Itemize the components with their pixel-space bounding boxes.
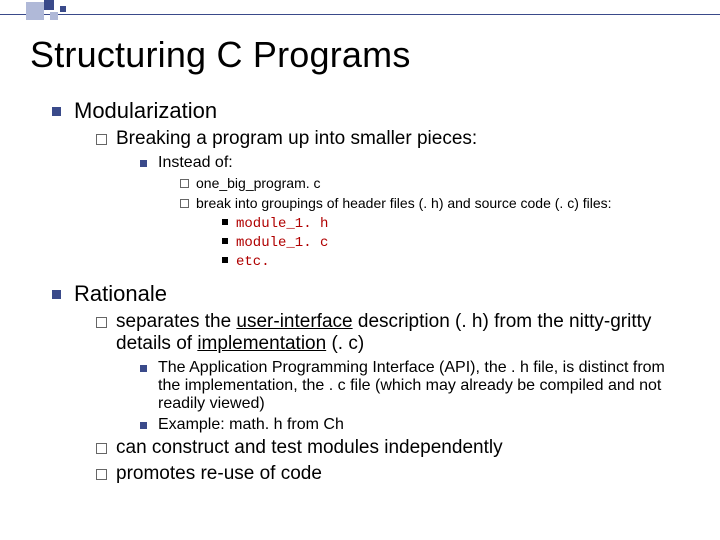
slide-decoration (0, 0, 720, 28)
break-into-groupings: break into groupings of header files (. … (180, 195, 690, 213)
file-module-c: module_1. c (222, 233, 690, 251)
modularization-sub: Breaking a program up into smaller piece… (96, 128, 690, 150)
rationale-construct: can construct and test modules independe… (96, 437, 690, 459)
instead-of: Instead of: (140, 154, 690, 172)
rationale-reuse: promotes re-use of code (96, 463, 690, 485)
file-etc: etc. (222, 252, 690, 270)
rationale-separates: separates the user-interface description… (96, 311, 690, 355)
rationale-api: The Application Programming Interface (A… (140, 359, 680, 413)
one-big-program: one_big_program. c (180, 175, 690, 193)
file-module-h: module_1. h (222, 214, 690, 232)
slide-title: Structuring C Programs (30, 34, 690, 76)
slide-content: Structuring C Programs Modularization Br… (0, 0, 720, 485)
rationale-example: Example: math. h from Ch (140, 416, 690, 434)
section-modularization: Modularization (52, 98, 690, 124)
section-rationale: Rationale (52, 281, 690, 307)
